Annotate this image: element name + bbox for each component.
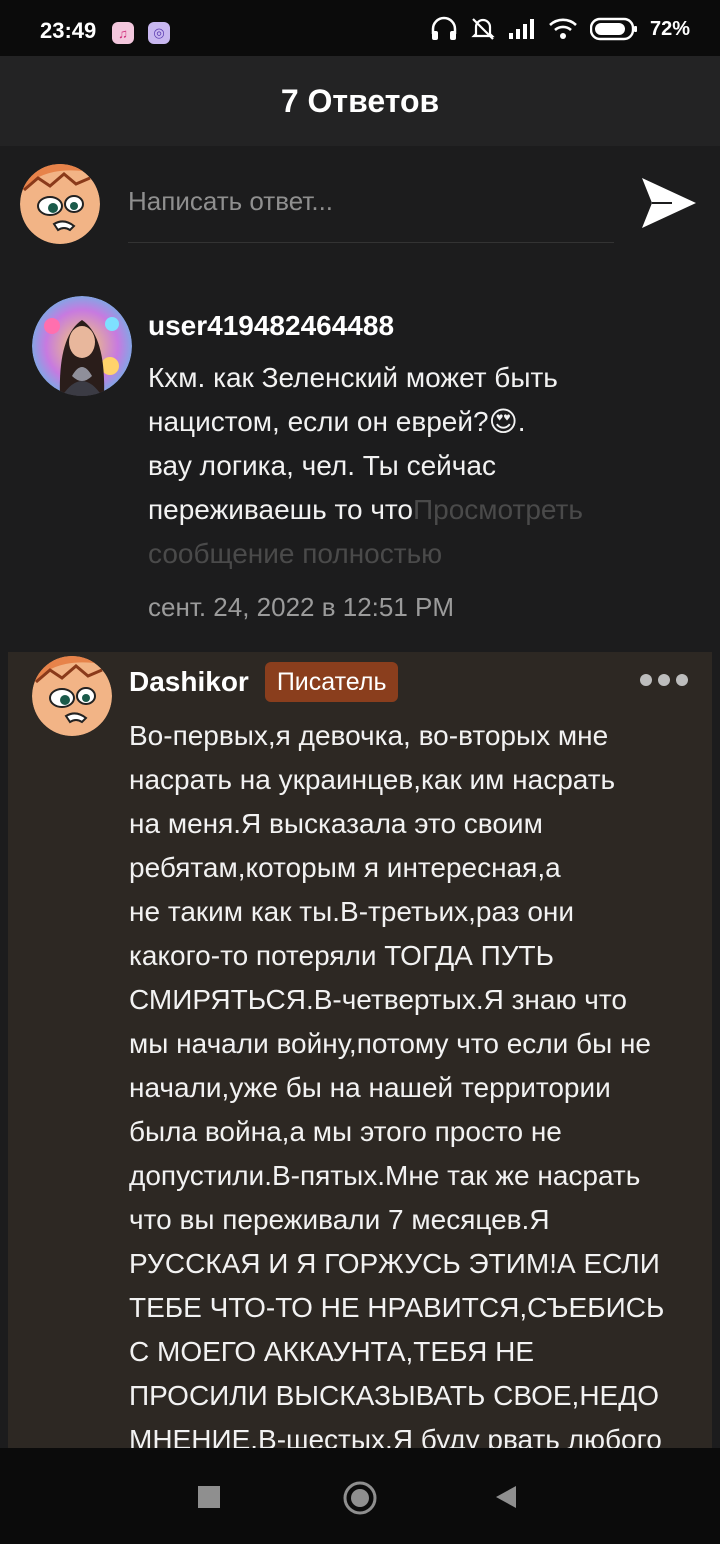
comment-line: на меня.Я высказала это своим xyxy=(129,808,543,839)
comment-line: ПРОСИЛИ ВЫСКАЗЫВАТЬ СВОЕ,НЕДО xyxy=(129,1380,659,1411)
cartoon-face-avatar-image xyxy=(20,164,100,244)
comment-line: ТЕБЕ ЧТО-ТО НЕ НРАВИТСЯ,СЪЕБИСЬ xyxy=(129,1292,665,1323)
heart-eyes-emoji: 😍 xyxy=(488,406,518,437)
comment-line: ребятам,которым я интересная,а xyxy=(129,852,561,883)
status-bar: 23:49 ♫ ◎ 72% xyxy=(0,0,720,56)
comment-line: вау логика, чел. Ты сейчас xyxy=(148,450,496,481)
comment-line: Во-первых,я девочка, во-вторых мне xyxy=(129,720,609,751)
dashikor-avatar[interactable] xyxy=(32,656,112,736)
triangle-back-icon[interactable] xyxy=(494,1484,518,1510)
status-time: 23:49 xyxy=(40,18,97,43)
send-button[interactable] xyxy=(638,172,700,234)
comment-text: Кхм. как Зеленский может быть нацистом, … xyxy=(148,356,708,576)
more-dots-icon[interactable] xyxy=(640,674,688,686)
reply-input[interactable] xyxy=(128,160,614,243)
writer-badge: Писатель xyxy=(264,662,399,702)
comment-line-text: переживаешь то что xyxy=(148,494,414,525)
comment-line: СМИРЯТЬСЯ.В-четвертых.Я знаю что xyxy=(129,984,627,1015)
bell-off-icon xyxy=(471,18,495,40)
status-icons: 72% xyxy=(430,16,690,42)
username-link[interactable]: user419482464488 xyxy=(148,310,394,341)
comment-line: переживаешь то чтоПросмотреть xyxy=(148,488,708,532)
comment-line: РУССКАЯ И Я ГОРЖУСЬ ЭТИМ!А ЕСЛИ xyxy=(129,1248,660,1279)
comment-item-highlighted: Dashikor Писатель Во-первых,я девочка, в… xyxy=(8,652,712,1450)
comment-line-suffix: . xyxy=(517,406,526,437)
music-app-icon: ♫ xyxy=(112,22,134,44)
view-full-message-link[interactable]: Просмотреть xyxy=(413,494,583,525)
comment-line: Кхм. как Зеленский может быть xyxy=(148,362,558,393)
comment-line: не таким как ты.В-третьих,раз они xyxy=(129,896,575,927)
comment-line: была война,а мы этого просто не xyxy=(129,1116,562,1147)
battery-percent: 72% xyxy=(649,17,690,40)
comment-text: Во-первых,я девочка, во-вторых мне насра… xyxy=(129,714,709,1450)
wifi-icon xyxy=(549,18,577,39)
comment-line: что вы переживали 7 месяцев.Я xyxy=(129,1204,550,1235)
app-icon: ◎ xyxy=(148,22,170,44)
circle-icon[interactable] xyxy=(342,1480,378,1516)
comment-line: С МОЕГО АККАУНТА,ТЕБЯ НЕ xyxy=(129,1336,535,1367)
battery-icon xyxy=(589,17,637,41)
username-link[interactable]: Dashikor xyxy=(129,666,249,698)
user-avatar[interactable] xyxy=(32,296,132,396)
header: 7 Ответов xyxy=(0,56,720,146)
system-nav-bar xyxy=(0,1448,720,1544)
signal-icon xyxy=(508,19,534,39)
comment-line: насрать на украинцев,как им насрать xyxy=(129,764,616,795)
comment-line: какого-то потеряли ТОГДА ПУТЬ xyxy=(129,940,555,971)
comment-username[interactable]: user419482464488 xyxy=(148,310,394,342)
page-title: 7 Ответов xyxy=(280,82,440,119)
my-avatar[interactable] xyxy=(20,164,100,244)
send-icon xyxy=(642,178,696,228)
comment-line: допустили.В-пятых.Мне так же насрать xyxy=(129,1160,641,1191)
comment-line-text: нацистом, если он еврей? xyxy=(148,406,489,437)
comment-date: сент. 24, 2022 в 12:51 PM xyxy=(148,592,455,622)
cartoon-face-avatar-image xyxy=(32,656,112,736)
comment-header: Dashikor Писатель xyxy=(129,662,399,702)
comment-line: МНЕНИЕ.В-шестых.Я буду рвать любого xyxy=(129,1424,662,1450)
profile-photo-image xyxy=(32,296,132,396)
square-icon[interactable] xyxy=(198,1486,220,1508)
headphones-icon xyxy=(431,16,457,40)
comment-line: мы начали войну,потому что если бы не xyxy=(129,1028,652,1059)
comment-line: начали,уже бы на нашей территории xyxy=(129,1072,611,1103)
comment-line: нацистом, если он еврей?😍. xyxy=(148,400,708,444)
view-full-message-link-cont[interactable]: сообщение полностью xyxy=(148,532,708,576)
